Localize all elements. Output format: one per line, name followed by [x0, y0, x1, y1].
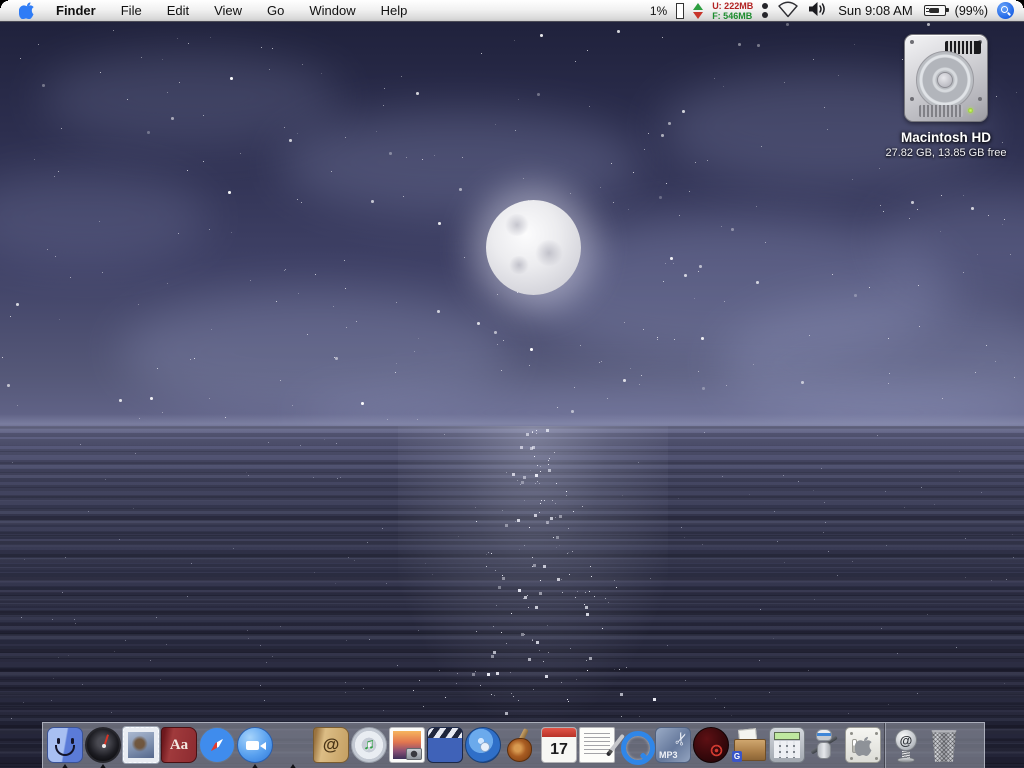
dock-item-url-shortcut[interactable]: @ — [887, 727, 925, 768]
system-preferences-icon — [845, 727, 881, 763]
address-book-icon: @ — [313, 727, 349, 763]
running-indicator — [99, 764, 107, 768]
running-indicator — [61, 764, 69, 768]
wallpaper-moonlit-sea — [0, 0, 1024, 768]
hd-icon-detail: 27.82 GB, 13.85 GB free — [885, 147, 1007, 159]
apple-menu[interactable] — [16, 2, 36, 20]
memory-meter[interactable]: U: 222MB F: 546MB — [712, 1, 753, 21]
hd-icon-label: Macintosh HD — [900, 130, 991, 145]
dock-item-quicktime[interactable] — [616, 727, 655, 768]
dock-item-dashboard[interactable] — [84, 727, 122, 768]
dock-item-mail[interactable] — [122, 727, 160, 768]
menu-window[interactable]: Window — [309, 3, 355, 18]
calculator-icon — [769, 727, 805, 763]
menu-view[interactable]: View — [214, 3, 242, 18]
url-shortcut-icon: @ — [888, 727, 924, 763]
imovie-icon — [427, 727, 463, 763]
dock-item-garageband[interactable] — [502, 727, 540, 768]
dock-item-ical[interactable]: 17 — [540, 727, 578, 768]
dock-item-ichat[interactable] — [236, 727, 274, 768]
mail-icon — [123, 727, 159, 763]
trash-icon — [931, 730, 957, 762]
msn-messenger-icon — [275, 727, 311, 763]
menu-help[interactable]: Help — [381, 3, 408, 18]
spotlight-icon[interactable] — [997, 2, 1014, 19]
package-app-icon: G — [731, 727, 767, 763]
ical-icon: 17 — [541, 727, 577, 763]
memory-free-label: F: 546MB — [712, 10, 753, 21]
garageband-icon — [503, 727, 539, 763]
network-arrows-icon[interactable] — [693, 2, 704, 19]
screen-corner-right — [1016, 0, 1024, 8]
dock-item-audio-hijack[interactable] — [692, 727, 730, 768]
safari-icon — [199, 727, 235, 763]
dictionary-icon: Aa — [161, 727, 197, 763]
memory-used-label: U: 222MB — [712, 0, 754, 11]
iphoto-icon — [389, 727, 425, 763]
volume-icon[interactable] — [808, 1, 827, 20]
dashboard-icon — [85, 727, 121, 763]
dock-item-system-preferences[interactable] — [844, 727, 882, 768]
ichat-icon — [237, 727, 273, 763]
finder-icon — [47, 727, 83, 763]
dock-item-itunes[interactable]: ♫ — [350, 727, 388, 768]
mp3-trimmer-icon: MP3 ✂ — [655, 727, 693, 763]
itunes-icon: ♫ — [351, 727, 387, 763]
menu-items: Finder File Edit View Go Window Help — [56, 3, 407, 18]
dock-item-mp3-trimmer[interactable]: MP3 ✂ — [654, 727, 693, 768]
dock-item-automator[interactable] — [806, 727, 844, 768]
full-moon — [486, 200, 581, 295]
textedit-icon — [579, 727, 615, 763]
menu-extras: 1% U: 222MB F: 546MB Sun 9:08 AM (99%) — [650, 0, 1024, 22]
dock-separator — [884, 723, 885, 768]
dock-item-msn-messenger[interactable] — [274, 727, 312, 768]
hard-drive-icon — [904, 34, 988, 122]
battery-percent-label: (99%) — [954, 3, 988, 18]
screen-corner-left — [0, 0, 8, 8]
dock-item-safari[interactable] — [198, 727, 236, 768]
battery-charging-icon[interactable] — [923, 5, 949, 16]
dock-item-package-app[interactable]: G — [730, 727, 768, 768]
desktop-screen: Finder File Edit View Go Window Help 1% … — [0, 0, 1024, 768]
cpu-meter-icon[interactable] — [676, 2, 685, 19]
dock-item-address-book[interactable]: @ — [312, 727, 350, 768]
dock: Aa @ ♫ 17 MP3 ✂ G @ — [42, 722, 985, 768]
dock-item-trash[interactable] — [925, 727, 963, 768]
audio-hijack-icon — [693, 727, 729, 763]
status-dots-icon[interactable] — [762, 3, 769, 18]
moon-reflection — [398, 426, 668, 746]
menu-bar: Finder File Edit View Go Window Help 1% … — [0, 0, 1024, 22]
menu-go[interactable]: Go — [267, 3, 284, 18]
dock-item-calculator[interactable] — [768, 727, 806, 768]
dock-item-idvd[interactable] — [464, 727, 502, 768]
airport-icon[interactable] — [777, 1, 799, 21]
dock-item-textedit[interactable] — [578, 727, 616, 768]
desktop-icon-macintosh-hd[interactable]: Macintosh HD 27.82 GB, 13.85 GB free — [872, 34, 1020, 159]
apple-logo-icon — [18, 2, 34, 20]
dock-item-imovie[interactable] — [426, 727, 464, 768]
menu-edit[interactable]: Edit — [167, 3, 189, 18]
running-indicator — [289, 764, 297, 768]
automator-icon — [807, 727, 843, 763]
dock-item-finder[interactable] — [46, 727, 84, 768]
menu-file[interactable]: File — [121, 3, 142, 18]
cpu-usage-label[interactable]: 1% — [650, 4, 667, 18]
clock-label[interactable]: Sun 9:08 AM — [836, 3, 914, 18]
dock-item-dictionary[interactable]: Aa — [160, 727, 198, 768]
menu-finder[interactable]: Finder — [56, 3, 96, 18]
idvd-icon — [465, 727, 501, 763]
dock-item-iphoto[interactable] — [388, 727, 426, 768]
running-indicator — [251, 764, 259, 768]
quicktime-icon — [617, 727, 655, 765]
